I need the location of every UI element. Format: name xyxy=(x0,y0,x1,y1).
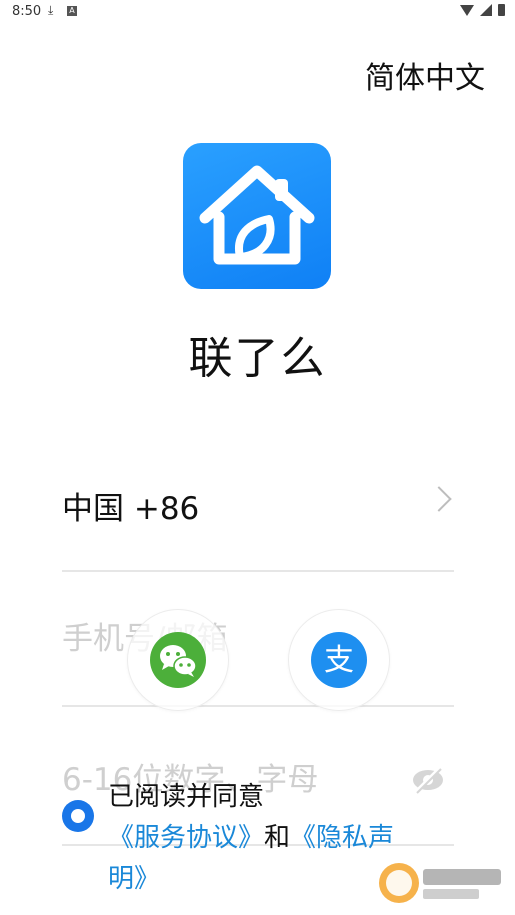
wechat-icon xyxy=(150,632,206,688)
country-selector[interactable]: 中国 +86 xyxy=(62,480,454,572)
download-icon: ⤓ xyxy=(48,3,54,17)
battery-icon xyxy=(498,4,505,16)
country-code-label: 中国 +86 xyxy=(62,491,200,527)
status-time: 8:50 xyxy=(12,4,42,19)
chevron-right-icon xyxy=(426,486,452,512)
agreement-and: 和 xyxy=(264,823,291,853)
app-name: 联了么 xyxy=(188,333,327,384)
alipay-glyph: 支 xyxy=(324,643,354,678)
terms-link[interactable]: 《服务协议》 xyxy=(108,823,264,853)
agree-checkbox[interactable] xyxy=(62,800,94,832)
alipay-icon: 支 xyxy=(311,632,367,688)
phone-field-row xyxy=(62,611,454,707)
status-bar: 8:50 ⤓ A xyxy=(0,0,515,24)
notification-icon: A xyxy=(67,6,77,16)
status-indicators xyxy=(460,4,505,16)
agreement-prefix: 已阅读并同意 xyxy=(108,782,265,812)
agreement-text: 已阅读并同意《服务协议》和《隐私声明》 xyxy=(108,777,418,900)
language-switch[interactable]: 简体中文 xyxy=(365,53,485,97)
alipay-login-button[interactable]: 支 xyxy=(288,609,390,711)
app-logo-icon xyxy=(183,143,331,289)
wechat-login-button[interactable] xyxy=(127,609,229,711)
wifi-icon xyxy=(460,4,474,16)
signal-icon xyxy=(480,4,492,16)
watermark-logo xyxy=(377,859,507,907)
